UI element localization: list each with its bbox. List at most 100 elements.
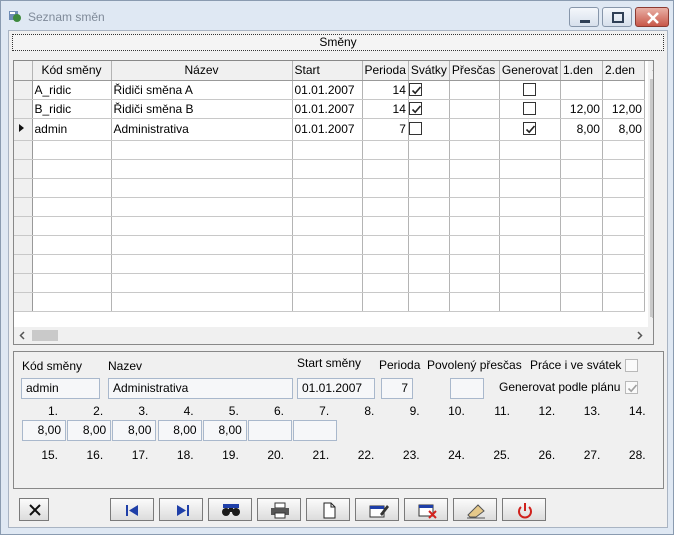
cell-den1[interactable] — [560, 80, 603, 100]
cell-generovat[interactable] — [499, 99, 561, 119]
start-field[interactable]: 01.01.2007 — [297, 378, 375, 399]
print-button[interactable] — [257, 498, 301, 521]
cell-generovat[interactable] — [499, 80, 561, 100]
edit-record-button[interactable] — [355, 498, 399, 521]
close-form-button[interactable] — [19, 498, 49, 521]
day-value-field[interactable] — [293, 420, 338, 441]
cell-perioda[interactable]: 14 — [362, 99, 409, 119]
cell-prescas[interactable] — [449, 80, 500, 100]
generovat-checkbox[interactable] — [625, 381, 638, 394]
shifts-table: Kód směny Název Start Perioda Svátky Pře… — [14, 61, 645, 312]
nazev-field[interactable]: Administrativa — [108, 378, 293, 399]
vertical-scroll-thumb[interactable] — [650, 79, 653, 317]
checkbox[interactable] — [523, 122, 537, 136]
day-value-field[interactable] — [248, 420, 292, 441]
current-row-indicator-icon — [19, 123, 24, 132]
empty-row — [14, 216, 645, 236]
empty-cell — [449, 140, 500, 160]
title-bar[interactable]: Seznam směn — [1, 1, 673, 29]
cell-den1[interactable]: 8,00 — [560, 118, 603, 141]
cell-kod[interactable]: B_ridic — [32, 99, 112, 119]
empty-cell — [292, 254, 363, 274]
day-value-field[interactable]: 8,00 — [202, 420, 247, 441]
table-row[interactable]: A_ridic Řidiči směna A 01.01.2007 14 — [14, 80, 645, 100]
table-row[interactable]: admin Administrativa 01.01.2007 7 8,00 8,00 — [14, 118, 645, 141]
perioda-field[interactable]: 7 — [381, 378, 413, 399]
cell-svatky[interactable] — [408, 99, 450, 119]
perioda-label: Perioda — [379, 358, 421, 372]
minimize-button[interactable] — [569, 7, 599, 27]
cell-perioda[interactable]: 7 — [362, 118, 409, 141]
shifts-grid[interactable]: Kód směny Název Start Perioda Svátky Pře… — [13, 60, 654, 345]
row-indicator[interactable] — [14, 99, 33, 119]
col-header-start[interactable]: Start — [292, 61, 363, 81]
empty-row — [14, 235, 645, 255]
horizontal-scroll-thumb[interactable] — [32, 330, 58, 341]
search-binoculars-icon — [222, 504, 240, 516]
checkbox[interactable] — [408, 82, 422, 96]
cell-perioda[interactable]: 14 — [362, 80, 409, 100]
col-header-svatky[interactable]: Svátky — [408, 61, 450, 81]
cell-nazev[interactable]: Řidiči směna B — [111, 99, 293, 119]
table-row[interactable]: B_ridic Řidiči směna B 01.01.2007 14 12,00 12… — [14, 99, 645, 119]
col-header-kod[interactable]: Kód směny — [32, 61, 112, 81]
day-value-field[interactable]: 8,00 — [22, 420, 66, 441]
start-label: Start směny — [297, 356, 362, 370]
horizontal-scrollbar[interactable] — [14, 327, 648, 344]
cell-den2[interactable]: 8,00 — [602, 118, 645, 141]
close-window-button[interactable] — [635, 7, 669, 27]
empty-cell — [408, 273, 450, 293]
clear-button[interactable] — [453, 498, 497, 521]
day-value-field[interactable]: 8,00 — [157, 420, 202, 441]
checkbox[interactable] — [523, 101, 537, 115]
row-indicator[interactable] — [14, 118, 33, 141]
cell-den1[interactable]: 12,00 — [560, 99, 603, 119]
day-value-field[interactable]: 8,00 — [67, 420, 112, 441]
day-value-field[interactable]: 8,00 — [112, 420, 157, 441]
prescas-field[interactable] — [450, 378, 484, 399]
checkbox[interactable] — [408, 101, 422, 115]
cell-start[interactable]: 01.01.2007 — [292, 118, 363, 141]
cell-den2[interactable]: 12,00 — [602, 99, 645, 119]
checkbox[interactable] — [408, 122, 422, 136]
col-header-den2[interactable]: 2.den — [602, 61, 645, 81]
cell-nazev[interactable]: Administrativa — [111, 118, 293, 141]
row-indicator — [14, 140, 33, 160]
col-header-perioda[interactable]: Perioda — [362, 61, 409, 81]
cell-svatky[interactable] — [408, 80, 450, 100]
col-header-generovat[interactable]: Generovat — [499, 61, 561, 81]
cell-nazev[interactable]: Řidiči směna A — [111, 80, 293, 100]
maximize-button[interactable] — [602, 7, 632, 27]
empty-cell — [560, 292, 603, 312]
restore-icon — [612, 12, 624, 23]
empty-cell — [362, 140, 409, 160]
last-record-button[interactable] — [159, 498, 203, 521]
vertical-scrollbar[interactable] — [648, 61, 653, 327]
new-record-button[interactable] — [306, 498, 350, 521]
kod-field[interactable]: admin — [21, 378, 100, 399]
empty-cell — [408, 159, 450, 179]
cell-prescas[interactable] — [449, 118, 500, 141]
first-record-button[interactable] — [110, 498, 154, 521]
checkbox[interactable] — [523, 82, 537, 96]
col-header-nazev[interactable]: Název — [111, 61, 293, 81]
delete-record-button[interactable] — [404, 498, 448, 521]
svatek-checkbox[interactable] — [625, 359, 638, 372]
cell-den2[interactable] — [602, 80, 645, 100]
col-header-prescas[interactable]: Přesčas — [449, 61, 500, 81]
empty-cell — [449, 159, 500, 179]
row-indicator[interactable] — [14, 80, 33, 100]
empty-cell — [560, 216, 603, 236]
empty-cell — [602, 216, 645, 236]
exit-button[interactable] — [502, 498, 546, 521]
col-header-den1[interactable]: 1.den — [560, 61, 603, 81]
cell-start[interactable]: 01.01.2007 — [292, 80, 363, 100]
cell-svatky[interactable] — [408, 118, 450, 141]
search-button[interactable] — [208, 498, 252, 521]
cell-kod[interactable]: A_ridic — [32, 80, 112, 100]
empty-cell — [362, 235, 409, 255]
cell-start[interactable]: 01.01.2007 — [292, 99, 363, 119]
cell-prescas[interactable] — [449, 99, 500, 119]
cell-kod[interactable]: admin — [32, 118, 112, 141]
cell-generovat[interactable] — [499, 118, 561, 141]
